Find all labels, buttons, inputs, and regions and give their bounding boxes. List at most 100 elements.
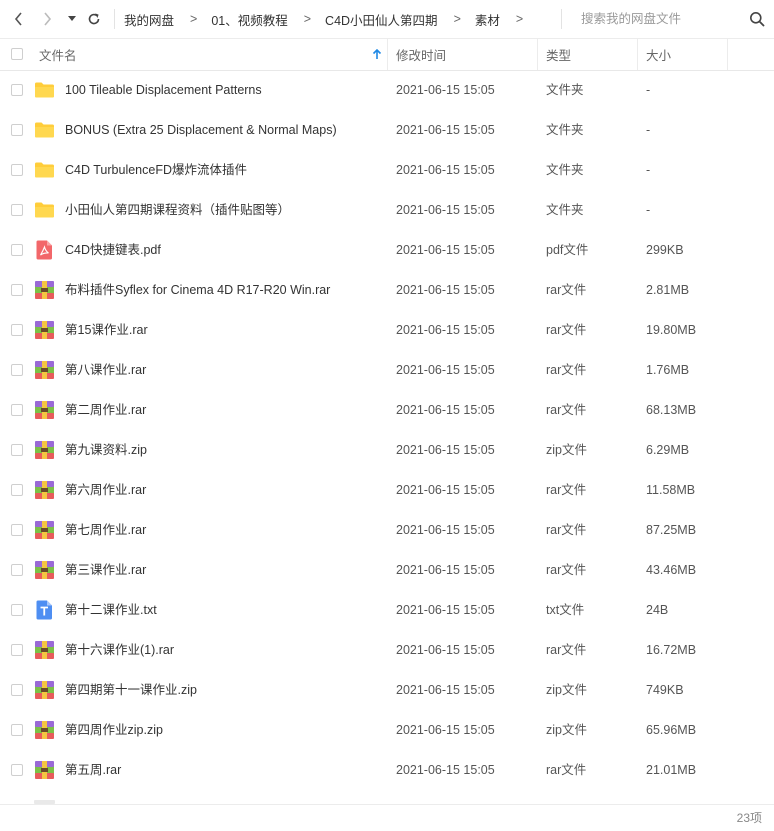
- file-name[interactable]: 第四期第十一课作业.zip: [65, 670, 197, 710]
- file-name[interactable]: 小田仙人第四期课程资料（插件贴图等）: [65, 190, 290, 230]
- file-row[interactable]: C4D快捷键表.pdf 2021-06-15 15:05 pdf文件 299KB: [0, 230, 774, 270]
- row-checkbox[interactable]: [11, 564, 23, 576]
- refresh-button[interactable]: [84, 0, 104, 38]
- file-size: 2.81MB: [646, 283, 690, 297]
- file-name[interactable]: 第15课作业.rar: [65, 310, 148, 350]
- arrow-up-icon[interactable]: [372, 49, 382, 60]
- column-header-size[interactable]: 大小: [646, 39, 671, 70]
- breadcrumb-item-my-drive[interactable]: 我的网盘: [124, 10, 174, 29]
- file-name[interactable]: 第七周作业.rar: [65, 510, 146, 550]
- caret-down-icon: [68, 16, 76, 21]
- file-row[interactable]: 第四期第十一课作业.zip 2021-06-15 15:05 zip文件 749KB: [0, 670, 774, 710]
- file-row[interactable]: 第六周作业.rar 2021-06-15 15:05 rar文件 11.58MB: [0, 470, 774, 510]
- file-name[interactable]: 第四周作业zip.zip: [65, 710, 163, 750]
- breadcrumb-item-video-tutorials[interactable]: 01、视频教程: [211, 10, 287, 29]
- archive-file-icon: [34, 360, 55, 380]
- row-checkbox[interactable]: [11, 524, 23, 536]
- file-name[interactable]: BONUS (Extra 25 Displacement & Normal Ma…: [65, 110, 337, 150]
- file-row[interactable]: 第十二课作业.txt 2021-06-15 15:05 txt文件 24B: [0, 590, 774, 630]
- back-button[interactable]: [8, 0, 30, 38]
- select-all-checkbox[interactable]: [11, 48, 23, 60]
- file-size: 16.72MB: [646, 643, 697, 657]
- file-row[interactable]: 第二周作业.rar 2021-06-15 15:05 rar文件 68.13MB: [0, 390, 774, 430]
- archive-file-icon: [34, 320, 55, 340]
- archive-file-icon: [34, 640, 55, 660]
- search-icon[interactable]: [749, 11, 765, 27]
- archive-file-icon: [34, 760, 55, 780]
- column-divider[interactable]: [637, 39, 638, 70]
- file-row[interactable]: 第九课资料.zip 2021-06-15 15:05 zip文件 6.29MB: [0, 430, 774, 470]
- file-row[interactable]: 第五周.rar 2021-06-15 15:05 rar文件 21.01MB: [0, 750, 774, 790]
- column-header-modified[interactable]: 修改时间: [396, 39, 446, 70]
- file-name[interactable]: 第二周作业.rar: [65, 390, 146, 430]
- file-row[interactable]: 第七周作业.rar 2021-06-15 15:05 rar文件 87.25MB: [0, 510, 774, 550]
- file-name[interactable]: 第六周作业.rar: [65, 470, 146, 510]
- toolbar-divider: [114, 9, 115, 29]
- row-checkbox[interactable]: [11, 364, 23, 376]
- search-box: [569, 0, 774, 38]
- row-checkbox[interactable]: [11, 204, 23, 216]
- file-modified-time: 2021-06-15 15:05: [396, 403, 495, 417]
- row-checkbox[interactable]: [11, 284, 23, 296]
- file-type: 文件夹: [546, 123, 584, 137]
- file-row[interactable]: 第15课作业.rar 2021-06-15 15:05 rar文件 19.80MB: [0, 310, 774, 350]
- file-name[interactable]: 100 Tileable Displacement Patterns: [65, 70, 262, 110]
- archive-file-icon: [34, 720, 55, 740]
- file-row[interactable]: 100 Tileable Displacement Patterns 2021-0…: [0, 70, 774, 110]
- breadcrumb-item-course[interactable]: C4D小田仙人第四期: [325, 10, 438, 29]
- file-row[interactable]: 布料插件Syflex for Cinema 4D R17-R20 Win.rar…: [0, 270, 774, 310]
- archive-file-icon: [34, 560, 55, 580]
- file-row[interactable]: 第四周作业zip.zip 2021-06-15 15:05 zip文件 65.96MB: [0, 710, 774, 750]
- archive-file-icon: [34, 680, 55, 700]
- row-checkbox[interactable]: [11, 124, 23, 136]
- forward-button[interactable]: [36, 0, 58, 38]
- file-modified-time: 2021-06-15 15:05: [396, 683, 495, 697]
- file-name[interactable]: 第十六课作业(1).rar: [65, 630, 174, 670]
- column-header-type[interactable]: 类型: [546, 39, 571, 70]
- file-row[interactable]: 第八课作业.rar 2021-06-15 15:05 rar文件 1.76MB: [0, 350, 774, 390]
- refresh-icon: [88, 13, 100, 25]
- file-row[interactable]: 小田仙人第四期课程资料（插件贴图等） 2021-06-15 15:05 文件夹 -: [0, 190, 774, 230]
- file-row[interactable]: C4D TurbulenceFD爆炸流体插件 2021-06-15 15:05 文件…: [0, 150, 774, 190]
- file-size: 19.80MB: [646, 323, 697, 337]
- file-row[interactable]: 第十六课作业(1).rar 2021-06-15 15:05 rar文件 16.72M…: [0, 630, 774, 670]
- breadcrumb-item-materials[interactable]: 素材: [475, 10, 500, 29]
- row-checkbox[interactable]: [11, 244, 23, 256]
- file-name[interactable]: 第五周.rar: [65, 750, 121, 790]
- archive-file-icon: [34, 400, 55, 420]
- row-checkbox[interactable]: [11, 84, 23, 96]
- row-checkbox[interactable]: [11, 604, 23, 616]
- row-checkbox[interactable]: [11, 644, 23, 656]
- column-header-name[interactable]: 文件名: [39, 39, 77, 70]
- row-checkbox[interactable]: [11, 484, 23, 496]
- file-type: rar文件: [546, 763, 587, 777]
- column-divider[interactable]: [727, 39, 728, 70]
- row-checkbox[interactable]: [11, 444, 23, 456]
- archive-file-icon: [34, 280, 55, 300]
- file-name[interactable]: 第八课作业.rar: [65, 350, 146, 390]
- file-type: rar文件: [546, 643, 587, 657]
- file-row[interactable]: 第三课作业.rar 2021-06-15 15:05 rar文件 43.46MB: [0, 550, 774, 590]
- file-type: rar文件: [546, 483, 587, 497]
- status-bar: 23项: [0, 804, 774, 831]
- row-checkbox[interactable]: [11, 164, 23, 176]
- column-divider[interactable]: [387, 39, 388, 70]
- file-name[interactable]: 第九课资料.zip: [65, 430, 147, 470]
- row-checkbox[interactable]: [11, 724, 23, 736]
- file-name[interactable]: 第三课作业.rar: [65, 550, 146, 590]
- history-dropdown-button[interactable]: [64, 0, 80, 38]
- column-divider[interactable]: [537, 39, 538, 70]
- file-name[interactable]: 布料插件Syflex for Cinema 4D R17-R20 Win.rar: [65, 270, 330, 310]
- file-name[interactable]: C4D快捷键表.pdf: [65, 230, 161, 270]
- row-checkbox[interactable]: [11, 324, 23, 336]
- file-modified-time: 2021-06-15 15:05: [396, 763, 495, 777]
- file-row[interactable]: BONUS (Extra 25 Displacement & Normal Ma…: [0, 110, 774, 150]
- row-checkbox[interactable]: [11, 764, 23, 776]
- row-checkbox[interactable]: [11, 684, 23, 696]
- file-size: 749KB: [646, 683, 684, 697]
- file-name[interactable]: C4D TurbulenceFD爆炸流体插件: [65, 150, 247, 190]
- file-name[interactable]: 第十二课作业.txt: [65, 590, 157, 630]
- row-checkbox[interactable]: [11, 404, 23, 416]
- file-modified-time: 2021-06-15 15:05: [396, 203, 495, 217]
- search-input[interactable]: [569, 9, 751, 29]
